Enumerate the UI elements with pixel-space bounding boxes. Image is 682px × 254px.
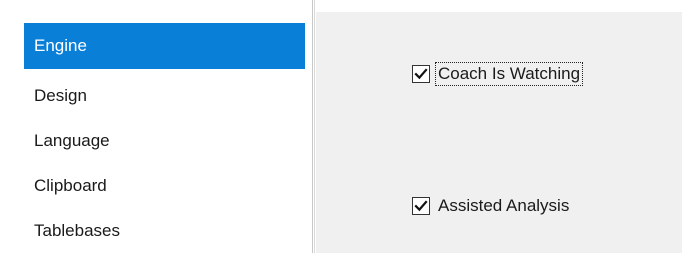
- coach-is-watching-label[interactable]: Coach Is Watching: [434, 62, 584, 86]
- sidebar-item-label: Clipboard: [34, 176, 107, 195]
- assisted-analysis-label[interactable]: Assisted Analysis: [436, 195, 571, 217]
- coach-is-watching-checkbox[interactable]: [412, 65, 430, 83]
- assisted-analysis-option[interactable]: Assisted Analysis: [412, 195, 571, 217]
- clipped-previous-item: [34, 0, 144, 6]
- sidebar-item-engine[interactable]: Engine: [24, 23, 305, 69]
- coach-is-watching-option[interactable]: Coach Is Watching: [412, 62, 584, 86]
- sidebar-item-language[interactable]: Language: [24, 118, 305, 164]
- sidebar-item-clipboard[interactable]: Clipboard: [24, 163, 305, 209]
- sidebar-item-label: Tablebases: [34, 221, 121, 240]
- checkmark-icon: [414, 68, 428, 80]
- sidebar-item-label: Design: [34, 86, 87, 105]
- sidebar-item-label: Language: [34, 131, 110, 150]
- options-category-list[interactable]: Engine Design Language Clipboard Tableba…: [0, 0, 312, 253]
- sidebar-item-design[interactable]: Design: [24, 73, 305, 119]
- sidebar-item-tablebases[interactable]: Tablebases: [24, 208, 305, 254]
- splitter-shadow: [314, 0, 315, 253]
- assisted-analysis-checkbox[interactable]: [412, 197, 430, 215]
- sidebar-item-label: Engine: [34, 36, 87, 55]
- panel-top-strip: [316, 0, 682, 12]
- checkmark-icon: [414, 200, 428, 212]
